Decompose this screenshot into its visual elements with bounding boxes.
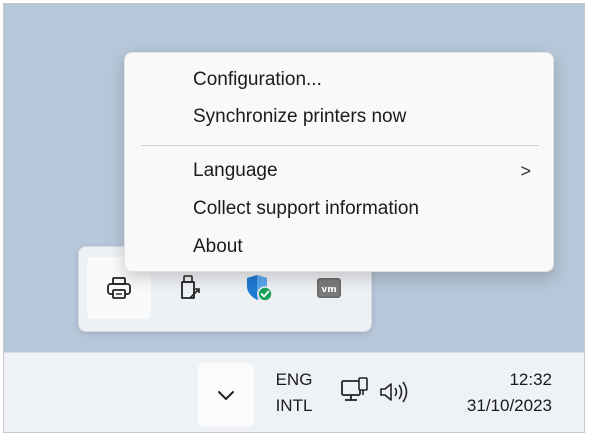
input-language-indicator[interactable]: ENG INTL	[266, 367, 322, 419]
usb-drive-icon	[181, 275, 200, 299]
menu-item-about[interactable]: About	[131, 230, 547, 264]
context-menu: Configuration... Synchronize printers no…	[124, 52, 554, 272]
screenshot-frame: vm Configuration... Synchronize printers…	[3, 3, 585, 433]
clock[interactable]: 12:32 31/10/2023	[467, 367, 552, 419]
taskbar: ENG INTL 12:32 31/10/2023	[4, 352, 584, 432]
menu-item-collect-support[interactable]: Collect support information	[131, 192, 547, 226]
language-code: ENG	[275, 370, 313, 389]
chevron-down-icon	[218, 391, 234, 400]
network-icon[interactable]	[340, 377, 370, 405]
keyboard-layout: INTL	[275, 396, 313, 415]
menu-item-configuration[interactable]: Configuration...	[131, 63, 547, 97]
clock-time: 12:32	[509, 370, 552, 389]
vm-icon-label: vm	[321, 285, 336, 295]
menu-item-label: About	[193, 236, 243, 257]
show-hidden-icons-button[interactable]	[198, 363, 254, 427]
menu-item-label: Configuration...	[193, 69, 322, 90]
printer-icon	[107, 277, 131, 299]
menu-item-synchronize-printers[interactable]: Synchronize printers now	[131, 100, 547, 134]
security-shield-icon	[247, 275, 273, 302]
vm-icon: vm	[317, 278, 341, 298]
chevron-right-icon: >	[520, 161, 531, 181]
menu-item-label: Language	[193, 160, 278, 181]
volume-icon[interactable]	[379, 381, 411, 403]
menu-item-language[interactable]: Language >	[131, 154, 547, 188]
clock-date: 31/10/2023	[466, 396, 552, 415]
menu-item-label: Synchronize printers now	[193, 106, 407, 127]
menu-divider	[141, 145, 539, 146]
menu-item-label: Collect support information	[193, 198, 419, 219]
